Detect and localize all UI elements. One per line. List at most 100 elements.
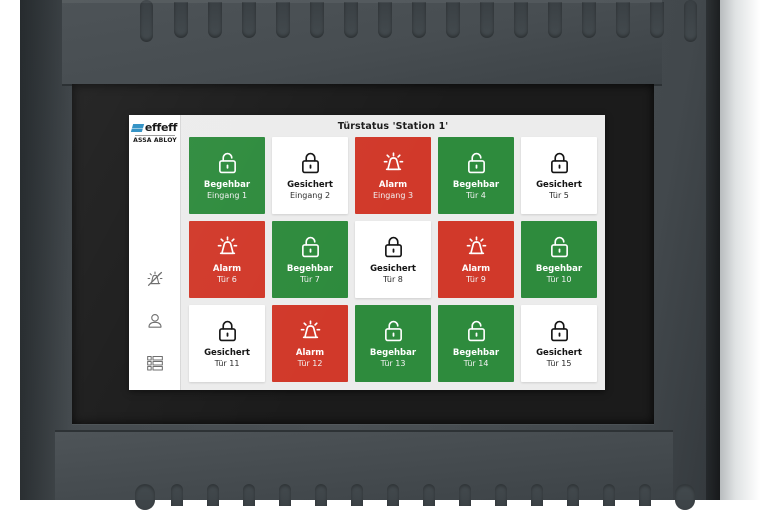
tile-status-label: Alarm (378, 179, 408, 190)
tile-door-name: Eingang 3 (372, 191, 414, 201)
tile-status-label: Gesichert (370, 263, 416, 274)
tile-icon (214, 315, 241, 347)
tile-icon (214, 231, 241, 263)
tile-icon (463, 231, 490, 263)
door-status-tile[interactable]: Gesichert Eingang 2 (272, 137, 348, 214)
bottom-ridge (639, 484, 651, 506)
door-status-tile[interactable]: Gesichert Tür 8 (355, 221, 431, 298)
bottom-ridge (135, 484, 155, 510)
vent-slot (378, 2, 392, 38)
vent-slot (242, 2, 256, 38)
unlocked-padlock-icon (384, 321, 402, 342)
door-status-tile[interactable]: Alarm Tür 9 (438, 221, 514, 298)
vent-slot (480, 2, 494, 38)
tile-door-name: Tür 15 (546, 359, 572, 369)
bottom-panel (55, 430, 695, 510)
vent-slot (684, 0, 697, 42)
vent-slot (412, 2, 426, 38)
tile-door-name: Tür 6 (217, 275, 237, 285)
tile-door-name: Tür 11 (214, 359, 240, 369)
sidebar-item-users[interactable] (142, 308, 168, 334)
door-status-tile[interactable]: Begehbar Tür 13 (355, 305, 431, 382)
sidebar-item-alarm-mute[interactable] (142, 266, 168, 292)
ventilation-slots (140, 0, 715, 42)
tile-icon (297, 231, 324, 263)
brand-row: effeff (130, 121, 178, 134)
tile-door-name: Tür 4 (466, 191, 486, 201)
tile-status-label: Gesichert (287, 179, 333, 190)
door-status-tile[interactable]: Alarm Tür 12 (272, 305, 348, 382)
alarm-siren-icon (466, 236, 486, 255)
tile-door-name: Eingang 1 (206, 191, 248, 201)
tile-status-label: Begehbar (452, 179, 500, 190)
alarm-siren-icon (217, 236, 237, 255)
door-status-tile[interactable]: Begehbar Tür 7 (272, 221, 348, 298)
door-status-tile[interactable]: Begehbar Eingang 1 (189, 137, 265, 214)
door-status-tile[interactable]: Begehbar Tür 14 (438, 305, 514, 382)
tile-icon (380, 315, 407, 347)
bottom-ridge (171, 484, 183, 506)
bottom-ridge (459, 484, 471, 506)
tile-door-name: Tür 5 (549, 191, 569, 201)
locked-padlock-icon (301, 153, 319, 174)
vent-slot (174, 2, 188, 38)
unlocked-padlock-icon (467, 321, 485, 342)
vent-slot (548, 2, 562, 38)
tile-door-name: Tür 8 (383, 275, 403, 285)
bottom-ridge (423, 484, 435, 506)
door-status-tile[interactable]: Begehbar Tür 10 (521, 221, 597, 298)
bottom-ridge (279, 484, 291, 506)
tile-door-name: Tür 9 (466, 275, 486, 285)
door-status-tile[interactable]: Gesichert Tür 5 (521, 137, 597, 214)
tile-status-label: Begehbar (369, 347, 417, 358)
door-status-application: effeff ASSA ABLOY Türstatus 'Station 1' … (129, 115, 605, 390)
main-content: Türstatus 'Station 1' Begehbar Eingang 1G… (181, 115, 605, 390)
tile-door-name: Eingang 2 (289, 191, 331, 201)
door-status-tile[interactable]: Alarm Eingang 3 (355, 137, 431, 214)
door-status-grid: Begehbar Eingang 1 Gesichert Eingang 2 Alarm… (189, 137, 597, 382)
bottom-ridge (315, 484, 327, 506)
vent-slot (616, 2, 630, 38)
tile-door-name: Tür 10 (546, 275, 572, 285)
tile-icon (380, 147, 407, 179)
brand-divider (134, 135, 175, 136)
tile-door-name: Tür 14 (463, 359, 489, 369)
alarm-muted-icon (147, 271, 162, 286)
brand-group-name: ASSA ABLOY (132, 137, 177, 144)
tile-status-label: Alarm (295, 347, 325, 358)
tile-status-label: Gesichert (204, 347, 250, 358)
tile-status-label: Gesichert (536, 179, 582, 190)
tile-icon (380, 231, 407, 263)
tile-status-label: Begehbar (535, 263, 583, 274)
vent-slot (514, 2, 528, 38)
vent-slot (140, 0, 153, 42)
door-status-tile[interactable]: Alarm Tür 6 (189, 221, 265, 298)
brand-name: effeff (144, 121, 178, 134)
screen-bezel: effeff ASSA ABLOY Türstatus 'Station 1' … (72, 84, 654, 424)
vent-slot (344, 2, 358, 38)
unlocked-padlock-icon (301, 237, 319, 258)
bottom-ridges (135, 484, 695, 510)
tile-icon (546, 231, 573, 263)
list-icon (146, 355, 163, 371)
bottom-ridge (531, 484, 543, 506)
tile-status-label: Begehbar (452, 347, 500, 358)
device-frame: effeff ASSA ABLOY Türstatus 'Station 1' … (0, 0, 760, 510)
alarm-siren-icon (383, 152, 403, 171)
bottom-ridge (207, 484, 219, 506)
tile-icon (546, 315, 573, 347)
locked-padlock-icon (384, 237, 402, 258)
sidebar: effeff ASSA ABLOY (129, 115, 181, 390)
tile-icon (463, 147, 490, 179)
bottom-ridge (567, 484, 579, 506)
bottom-ridge (243, 484, 255, 506)
bottom-ridge (603, 484, 615, 506)
tile-status-label: Gesichert (536, 347, 582, 358)
door-status-tile[interactable]: Gesichert Tür 11 (189, 305, 265, 382)
door-status-tile[interactable]: Gesichert Tür 15 (521, 305, 597, 382)
unlocked-padlock-icon (550, 237, 568, 258)
unlocked-padlock-icon (467, 153, 485, 174)
user-icon (147, 314, 162, 328)
sidebar-item-list[interactable] (142, 350, 168, 376)
door-status-tile[interactable]: Begehbar Tür 4 (438, 137, 514, 214)
